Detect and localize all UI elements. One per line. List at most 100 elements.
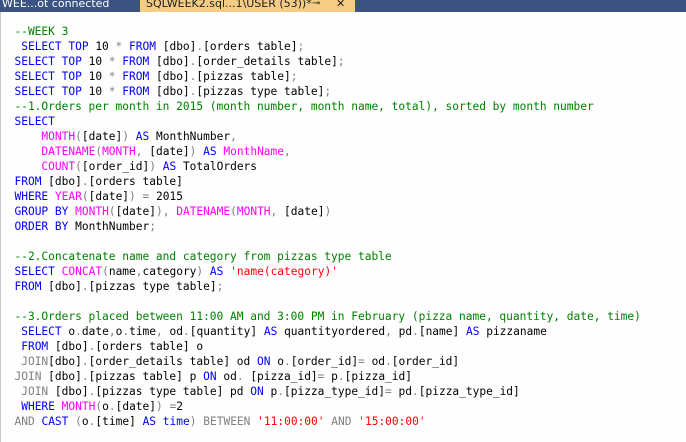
code-token: ( <box>108 205 116 218</box>
code-token: = <box>385 385 392 398</box>
code-token: AS <box>135 130 150 143</box>
code-token: [dbo] <box>48 355 82 368</box>
code-token: ( <box>75 130 82 143</box>
code-token: MONTH <box>102 145 136 158</box>
code-token: [dbo] <box>149 55 190 68</box>
code-token: , <box>108 325 116 338</box>
code-token: MONTH <box>75 205 109 218</box>
code-line[interactable]: SELECT CONCAT(name,category) AS 'name(ca… <box>1 264 641 279</box>
code-token: , <box>230 130 237 143</box>
code-line[interactable]: --2.Concatenate name and category from p… <box>1 249 641 264</box>
code-line[interactable]: ORDER BY MonthNumber; <box>1 219 641 234</box>
tab-inactive-document[interactable]: WEE...ot connected <box>0 0 135 12</box>
code-line[interactable]: WHERE YEAR([date]) = 2015 <box>1 189 641 204</box>
code-line[interactable]: JOIN [dbo].[pizzas type table] pd ON p.[… <box>1 384 641 399</box>
query-editor[interactable]: --WEEK 3 SELECT TOP 10 * FROM [dbo].[ord… <box>0 12 686 442</box>
code-token: [dbo] <box>41 280 82 293</box>
code-line[interactable]: DATENAME(MONTH, [date]) AS MonthName, <box>1 144 641 159</box>
code-token: 10 <box>88 40 116 53</box>
code-token: [pizza_type_id] <box>418 385 520 398</box>
code-token: FROM <box>122 85 150 98</box>
code-token: JOIN <box>21 355 49 368</box>
code-line[interactable]: SELECT o.date,o.time, od.[quantity] AS q… <box>1 324 641 339</box>
code-token: AS <box>209 265 224 278</box>
code-line[interactable]: --3.Orders placed between 11:00 AM and 3… <box>1 309 640 324</box>
code-token: ) <box>324 205 332 218</box>
code-line[interactable]: GROUP BY MONTH([date]), DATENAME(MONTH, … <box>1 204 641 219</box>
code-line[interactable]: FROM [dbo].[pizzas type table]; <box>1 279 641 294</box>
pin-icon[interactable]: ⊸ <box>312 0 320 12</box>
code-token: [pizza_id] <box>243 370 318 383</box>
tab-active-document[interactable]: SQLWEEK2.sql...1\USER (53))* ⊸ ✕ <box>140 0 355 12</box>
code-token: SELECT <box>14 115 55 128</box>
code-token: [dbo] <box>48 385 89 398</box>
code-line[interactable]: AND CAST (o.[time] AS time) BETWEEN '11:… <box>1 414 641 429</box>
code-token: ) <box>156 400 163 413</box>
code-line[interactable] <box>1 294 641 309</box>
code-token: ; <box>297 40 305 53</box>
code-token: BETWEEN <box>203 415 251 428</box>
code-token: ; <box>149 220 156 233</box>
code-token: od <box>162 325 183 338</box>
code-line[interactable]: JOIN [dbo].[pizzas table] p ON od. [pizz… <box>1 369 641 384</box>
code-token: . <box>236 370 244 383</box>
code-token: COUNT <box>41 160 76 173</box>
code-token: CONCAT <box>61 265 103 278</box>
code-token: [date] <box>277 205 325 218</box>
code-token: [dbo] <box>149 70 190 83</box>
code-token: * <box>108 55 116 68</box>
code-line[interactable]: SELECT TOP 10 * FROM [dbo].[order_detail… <box>1 54 641 69</box>
code-token: [order_id] <box>290 355 359 368</box>
code-token: MONTH <box>41 130 76 143</box>
code-line[interactable]: SELECT TOP 10 * FROM [dbo].[pizzas type … <box>1 84 641 99</box>
code-token: . <box>412 325 419 338</box>
code-line[interactable]: SELECT TOP 10 * FROM [dbo].[orders table… <box>1 39 641 54</box>
code-token: AND <box>14 415 35 428</box>
code-line[interactable]: JOIN[dbo].[order_details table] od ON o.… <box>1 354 641 369</box>
code-token: [dbo] <box>149 85 190 98</box>
code-token: . <box>277 385 284 398</box>
code-token: ) <box>129 190 136 203</box>
code-token: [date] <box>115 400 157 413</box>
code-line[interactable]: SELECT <box>1 114 641 129</box>
code-line[interactable]: FROM [dbo].[orders table] <box>1 174 641 189</box>
code-token: . <box>283 355 291 368</box>
code-line[interactable]: --1.Orders per month in 2015 (month numb… <box>1 99 641 114</box>
code-token: [order_id] <box>391 355 460 368</box>
code-token: ; <box>290 70 298 83</box>
code-token: . <box>385 355 392 368</box>
tab-label: WEE...ot connected <box>2 0 110 10</box>
code-line[interactable]: WHERE MONTH(o.[date]) =2 <box>1 399 641 414</box>
code-line[interactable]: SELECT TOP 10 * FROM [dbo].[pizzas table… <box>1 69 641 84</box>
code-token: , <box>135 145 143 158</box>
code-text[interactable]: --WEEK 3 SELECT TOP 10 * FROM [dbo].[ord… <box>1 24 641 429</box>
code-token: . <box>108 400 116 413</box>
code-line[interactable]: --WEEK 3 <box>1 24 641 39</box>
code-line[interactable]: MONTH([date]) AS MonthNumber, <box>1 129 641 144</box>
code-token: CAST <box>41 415 69 428</box>
close-icon[interactable]: ✕ <box>336 0 345 12</box>
code-token: o <box>102 400 109 413</box>
code-line[interactable] <box>1 234 641 249</box>
code-line[interactable]: COUNT([order_id]) AS TotalOrders <box>1 159 641 174</box>
code-token: [dbo] <box>41 175 82 188</box>
code-token: 10 <box>81 70 109 83</box>
code-token: [name] <box>418 325 466 338</box>
code-token: AS <box>142 415 157 428</box>
code-token: pd <box>391 385 412 398</box>
code-token: ON <box>203 370 217 383</box>
code-line[interactable]: FROM [dbo].[orders table] o <box>1 339 641 354</box>
code-token: DATENAME <box>41 145 96 158</box>
code-token: '11:00:00' <box>257 415 325 428</box>
